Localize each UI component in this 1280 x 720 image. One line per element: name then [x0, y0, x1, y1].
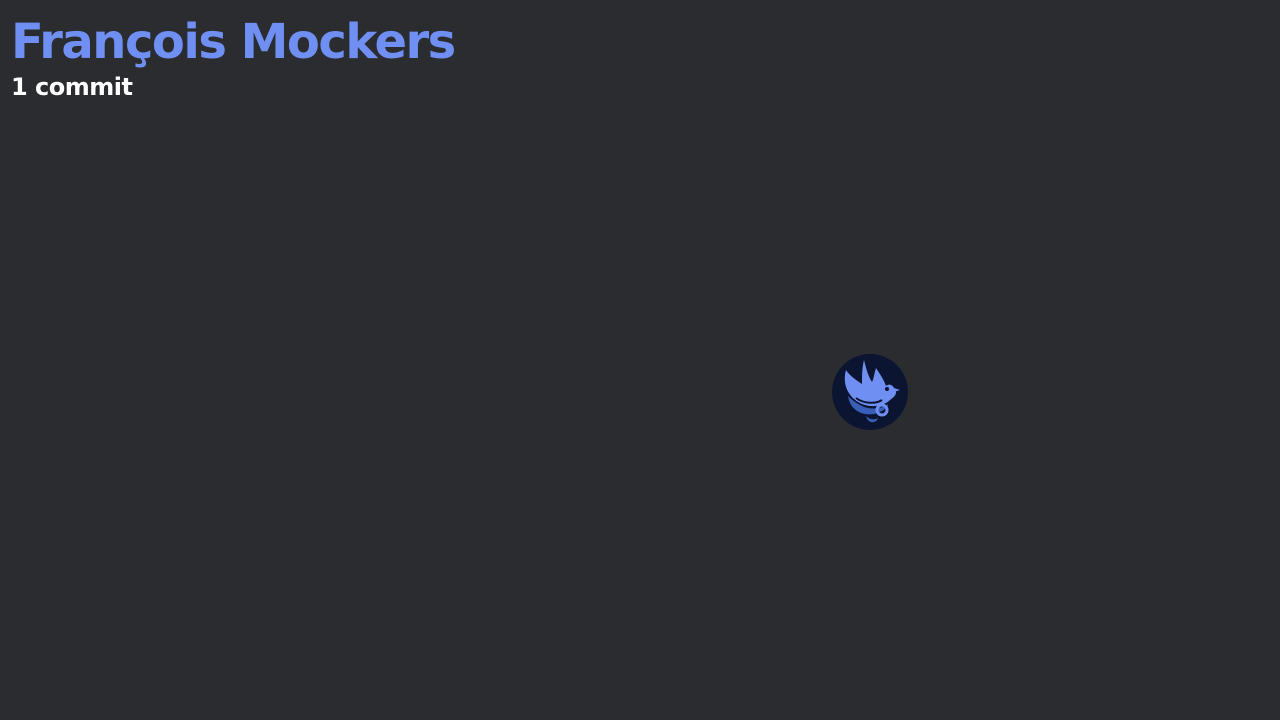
- avatar: [832, 354, 908, 430]
- contributor-header: François Mockers 1 commit: [11, 12, 456, 102]
- bird-avatar-icon: [832, 354, 908, 430]
- contributor-name: François Mockers: [11, 14, 456, 70]
- commit-count: 1 commit: [11, 73, 133, 101]
